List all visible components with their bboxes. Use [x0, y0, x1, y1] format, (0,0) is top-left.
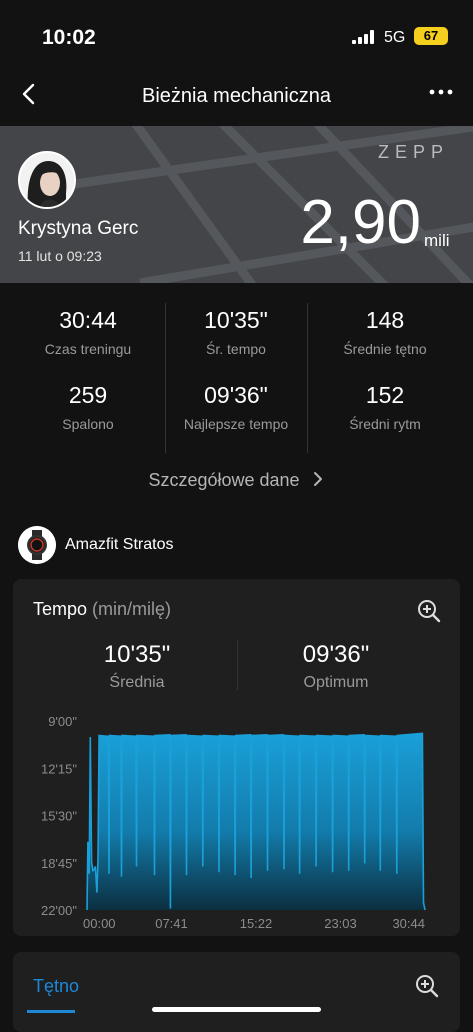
y-tick-label: 22'00": [41, 903, 77, 918]
details-link-label: Szczegółowe dane: [148, 470, 300, 490]
y-tick-label: 15'30": [41, 809, 77, 824]
stat-label: Śr. tempo: [206, 341, 266, 357]
stat-value: 259: [68, 382, 108, 408]
signal-icon: [352, 30, 374, 44]
workout-summary-banner: ZEPP Krystyna Gerc 11 lut o 09:23 2,90 m…: [0, 126, 473, 283]
pace-card: Tempo (min/milę) 10'35" Średnia 09'36" O…: [13, 579, 460, 936]
y-tick-label: 12'15": [41, 761, 77, 776]
stat-label: Spalono: [62, 416, 114, 432]
stat-value: 30:44: [59, 307, 117, 333]
y-tick-label: 18'45": [41, 856, 77, 871]
stat-avg-cadence: 152 Średni rytm: [310, 382, 460, 432]
x-tick-label: 00:00: [83, 916, 116, 931]
heart-rate-card: Tętno: [13, 952, 460, 1032]
watch-icon: [18, 526, 56, 564]
stat-label: Średni rytm: [349, 416, 421, 432]
network-label: 5G: [384, 29, 406, 46]
y-tick-label: 9'00": [48, 714, 77, 729]
device-name: Amazfit Stratos: [65, 536, 174, 553]
status-bar: 10:02 5G 67: [0, 0, 473, 72]
page-title: Bieżnia mechaniczna: [142, 85, 331, 107]
chevron-right-icon: [313, 472, 322, 486]
top-nav: Bieżnia mechaniczna: [0, 72, 473, 126]
stat-value: 152: [365, 382, 405, 408]
stat-label: Najlepsze tempo: [183, 416, 289, 432]
avatar-image: [20, 153, 74, 207]
device-row: Amazfit Stratos: [18, 526, 318, 564]
distance-unit: mili: [424, 231, 450, 250]
x-tick-label: 15:22: [240, 916, 273, 931]
home-indicator[interactable]: [152, 1007, 321, 1012]
stat-avg-pace: 10'35" Śr. tempo: [161, 307, 311, 357]
stat-training-time: 30:44 Czas treningu: [13, 307, 163, 357]
battery-icon: 67: [414, 27, 448, 45]
pace-chart: 9'00" 12'15" 15'30" 18'45" 22'00" 00:00 07:41…: [41, 714, 426, 931]
distance-value: 2,90: [300, 188, 421, 257]
stat-avg-heart-rate: 148 Średnie tętno: [310, 307, 460, 357]
stat-best-pace: 09'36" Najlepsze tempo: [161, 382, 311, 432]
tab-heart-rate[interactable]: Tętno: [33, 976, 79, 997]
stat-value: 10'35": [204, 307, 268, 333]
x-tick-label: 30:44: [392, 916, 425, 931]
stat-value: 148: [365, 307, 405, 333]
zoom-in-icon[interactable]: [415, 974, 439, 998]
stat-label: Średnie tętno: [343, 341, 427, 357]
workout-date: 11 lut o 09:23: [18, 248, 102, 264]
stat-calories: 259 Spalono: [13, 382, 163, 432]
ellipsis-icon[interactable]: [428, 82, 454, 102]
tab-underline: [27, 1010, 75, 1013]
x-tick-label: 23:03: [324, 916, 357, 931]
x-tick-label: 07:41: [155, 916, 188, 931]
brand-logo: ZEPP: [378, 142, 450, 162]
stat-value: 09'36": [204, 382, 268, 408]
status-time: 10:02: [42, 26, 96, 49]
avatar[interactable]: [18, 151, 76, 209]
stat-label: Czas treningu: [44, 341, 132, 357]
user-name: Krystyna Gerc: [18, 218, 139, 239]
details-link[interactable]: Szczegółowe dane: [0, 470, 473, 491]
